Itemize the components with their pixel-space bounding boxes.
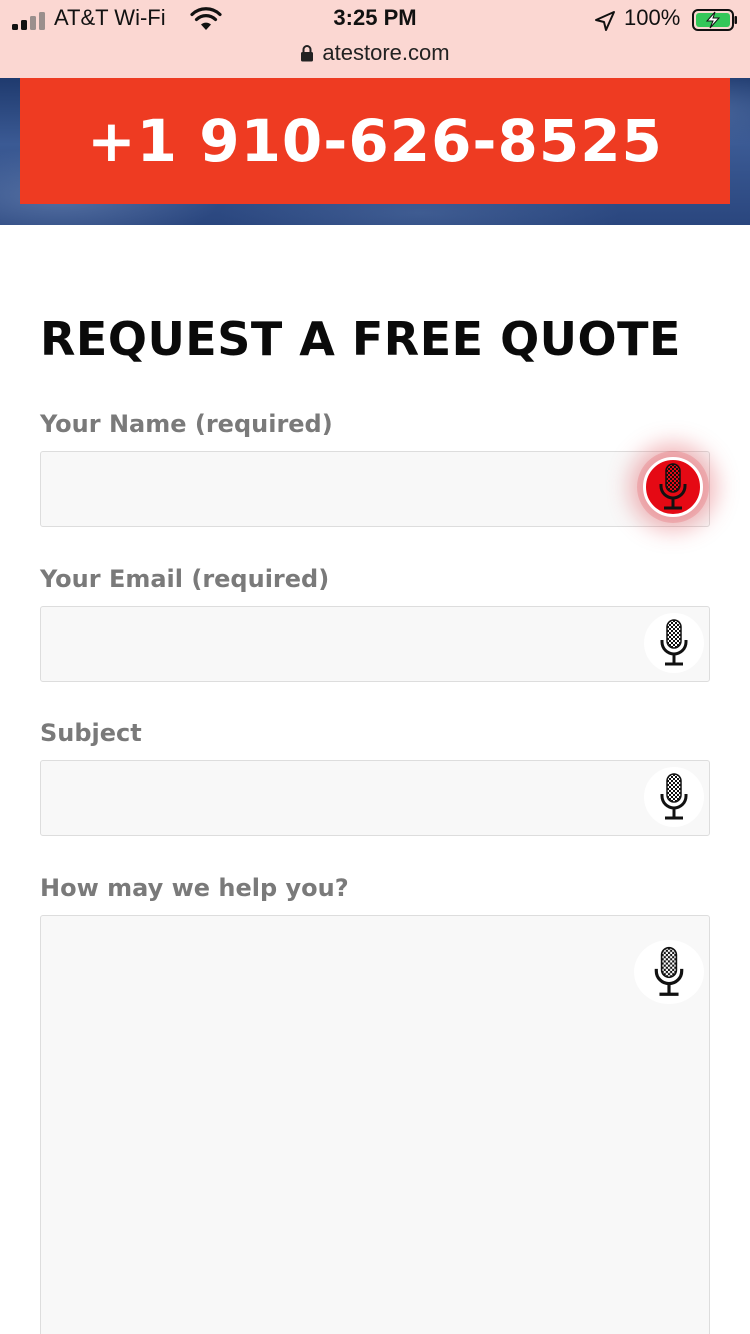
url-text: atestore.com <box>322 40 450 65</box>
subject-voice-input-button[interactable] <box>644 767 704 827</box>
name-field-label: Your Name (required) <box>40 410 333 438</box>
battery-percent: 100% <box>624 5 681 30</box>
hero-banner: +1 910-626-8525 <box>0 78 750 225</box>
microphone-icon <box>660 619 688 666</box>
phone-call-banner[interactable]: +1 910-626-8525 <box>20 78 730 204</box>
email-voice-input-button[interactable] <box>644 613 704 673</box>
name-voice-input-button[interactable] <box>643 457 703 517</box>
email-input[interactable] <box>41 607 709 681</box>
subject-field[interactable] <box>40 760 710 836</box>
form-title: REQUEST A FREE QUOTE <box>40 312 681 366</box>
message-voice-input-button[interactable] <box>634 940 704 1004</box>
microphone-icon <box>654 946 684 996</box>
microphone-icon <box>660 773 688 820</box>
address-bar[interactable]: atestore.com <box>0 40 750 70</box>
email-field-label: Your Email (required) <box>40 565 330 593</box>
name-input[interactable] <box>41 452 709 526</box>
lock-icon <box>301 45 314 62</box>
subject-field-label: Subject <box>40 719 142 747</box>
microphone-icon <box>659 463 687 510</box>
status-bar: AT&T Wi-Fi 3:25 PM 100% <box>0 0 750 40</box>
location-arrow-icon <box>595 11 615 31</box>
name-field[interactable] <box>40 451 710 527</box>
message-textarea[interactable] <box>41 916 709 1334</box>
phone-number: +1 910-626-8525 <box>87 107 663 175</box>
browser-top-bar: AT&T Wi-Fi 3:25 PM 100% atestore.com <box>0 0 750 78</box>
battery-charging-icon <box>692 9 737 31</box>
email-field[interactable] <box>40 606 710 682</box>
subject-input[interactable] <box>41 761 709 835</box>
message-field[interactable] <box>40 915 710 1334</box>
message-field-label: How may we help you? <box>40 874 349 902</box>
